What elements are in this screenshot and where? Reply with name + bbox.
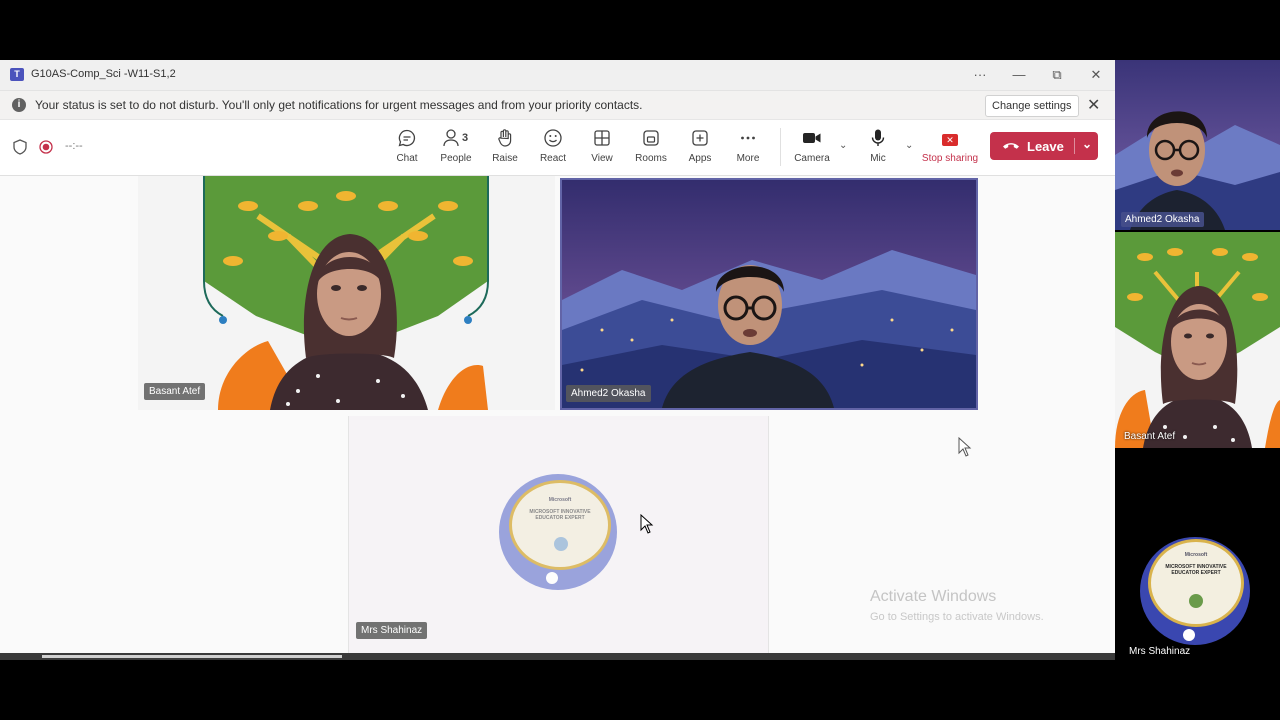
people-button[interactable]: 3 People [433, 128, 479, 164]
grid-icon [579, 128, 625, 150]
toolbar-divider [780, 128, 781, 166]
leave-options-chevron-icon[interactable]: ⌄ [1082, 137, 1092, 151]
activate-windows-subtitle: Go to Settings to activate Windows. [870, 611, 1044, 623]
mic-label: Mic [870, 153, 886, 164]
notification-message: Your status is set to do not disturb. Yo… [35, 98, 643, 112]
teams-window: T G10AS-Comp_Sci -W11-S1,2 ··· — ⧉ ✕ i Y… [0, 60, 1115, 660]
background-artwork [1115, 232, 1280, 448]
mountain-background [562, 180, 976, 408]
participant-tile-ahmed[interactable]: Ahmed2 Okasha [560, 178, 978, 410]
raise-label: Raise [492, 153, 518, 164]
badge-title-text: MICROSOFT INNOVATIVE EDUCATOR EXPERT [1165, 564, 1227, 576]
status-dot-icon [546, 572, 558, 584]
camera-button[interactable]: Camera [789, 128, 835, 164]
mic-options-chevron-icon[interactable]: ⌄ [905, 140, 913, 151]
more-icon [725, 128, 771, 150]
more-label: More [736, 153, 760, 164]
participant-tile-shahinaz[interactable]: Microsoft MICROSOFT INNOVATIVE EDUCATOR … [348, 416, 769, 658]
cursor-icon [640, 514, 654, 534]
meeting-timer: --:-- [65, 140, 83, 152]
more-options-button[interactable]: ··· [968, 65, 992, 85]
badge-title-text: MICROSOFT INNOVATIVE EDUCATOR EXPERT [529, 509, 591, 521]
shield-icon [13, 139, 27, 155]
chat-label: Chat [396, 153, 418, 164]
smile-icon [530, 128, 576, 150]
status-dot-icon [1183, 629, 1195, 641]
raise-hand-button[interactable]: Raise [482, 128, 528, 164]
camera-options-chevron-icon[interactable]: ⌄ [839, 140, 847, 151]
educator-badge-icon: Microsoft MICROSOFT INNOVATIVE EDUCATOR … [1148, 539, 1244, 627]
rooms-label: Rooms [635, 153, 667, 164]
window-title: G10AS-Comp_Sci -W11-S1,2 [31, 68, 176, 80]
view-label: View [591, 153, 613, 164]
leave-label: Leave [1027, 139, 1064, 154]
badge-brand-text: Microsoft [548, 497, 572, 503]
participant-name: Ahmed2 Okasha [566, 385, 651, 402]
view-button[interactable]: View [579, 128, 625, 164]
side-participant-name: Ahmed2 Okasha [1121, 212, 1204, 227]
participant-tile-basant[interactable]: Basant Atef [138, 176, 555, 410]
chat-icon [384, 128, 430, 150]
tree-icon [1189, 594, 1203, 608]
change-settings-button[interactable]: Change settings [985, 95, 1079, 117]
dismiss-notification-button[interactable]: ✕ [1087, 95, 1100, 115]
title-bar: T G10AS-Comp_Sci -W11-S1,2 ··· — ⧉ ✕ [0, 60, 1115, 91]
side-video-basant[interactable]: Basant Atef [1115, 232, 1280, 448]
activate-windows-title: Activate Windows [870, 588, 997, 605]
stop-sharing-label: Stop sharing [921, 153, 979, 164]
stop-share-icon: ✕ [921, 128, 979, 150]
leave-divider [1074, 138, 1075, 154]
leave-button[interactable]: Leave ⌄ [990, 132, 1098, 160]
info-icon: i [12, 98, 26, 112]
restore-button[interactable]: ⧉ [1045, 65, 1069, 85]
hangup-icon [1003, 143, 1019, 149]
side-avatar-shahinaz[interactable]: Microsoft MICROSOFT INNOVATIVE EDUCATOR … [1140, 537, 1250, 645]
camera-label: Camera [794, 153, 830, 164]
side-video-ahmed[interactable]: Ahmed2 Okasha [1115, 60, 1280, 230]
apps-label: Apps [688, 153, 712, 164]
react-button[interactable]: React [530, 128, 576, 164]
recording-icon [39, 140, 53, 154]
mic-icon [855, 128, 901, 150]
rooms-button[interactable]: Rooms [628, 128, 674, 164]
mountain-background [1115, 60, 1280, 230]
status-notification-bar: i Your status is set to do not disturb. … [0, 91, 1115, 120]
camera-icon [789, 128, 835, 150]
side-participant-name: Mrs Shahinaz [1129, 646, 1191, 657]
avatar: Microsoft MICROSOFT INNOVATIVE EDUCATOR … [499, 474, 617, 590]
meeting-toolbar: --:-- Chat 3 People Raise React View Roo… [0, 120, 1115, 176]
educator-badge-icon: Microsoft MICROSOFT INNOVATIVE EDUCATOR … [509, 480, 611, 570]
side-participant-name: Basant Atef [1124, 431, 1176, 442]
plus-icon [677, 128, 723, 150]
minimize-button[interactable]: — [1007, 65, 1031, 85]
react-label: React [539, 153, 567, 164]
hand-icon [482, 128, 528, 150]
participant-name: Mrs Shahinaz [356, 622, 428, 639]
badge-brand-text: Microsoft [1184, 552, 1208, 558]
stop-sharing-button[interactable]: ✕ Stop sharing [921, 128, 979, 164]
rooms-icon [628, 128, 674, 150]
mic-button[interactable]: Mic [855, 128, 901, 164]
apps-button[interactable]: Apps [677, 128, 723, 164]
background-artwork [203, 176, 489, 410]
video-progress-bar[interactable] [0, 653, 1115, 660]
teams-logo-icon: T [10, 68, 24, 81]
participant-name: Basant Atef [144, 383, 206, 400]
close-window-button[interactable]: ✕ [1084, 65, 1108, 85]
more-button[interactable]: More [725, 128, 771, 164]
meeting-stage: Basant Atef Ahmed2 Okasha Microsoft MICR… [0, 176, 1115, 660]
cursor-icon [958, 437, 972, 457]
people-count: 3 [462, 132, 469, 144]
tree-icon [554, 537, 568, 551]
people-label: People [440, 153, 472, 164]
progress-fill [42, 655, 342, 658]
chat-button[interactable]: Chat [384, 128, 430, 164]
people-icon [433, 128, 479, 150]
